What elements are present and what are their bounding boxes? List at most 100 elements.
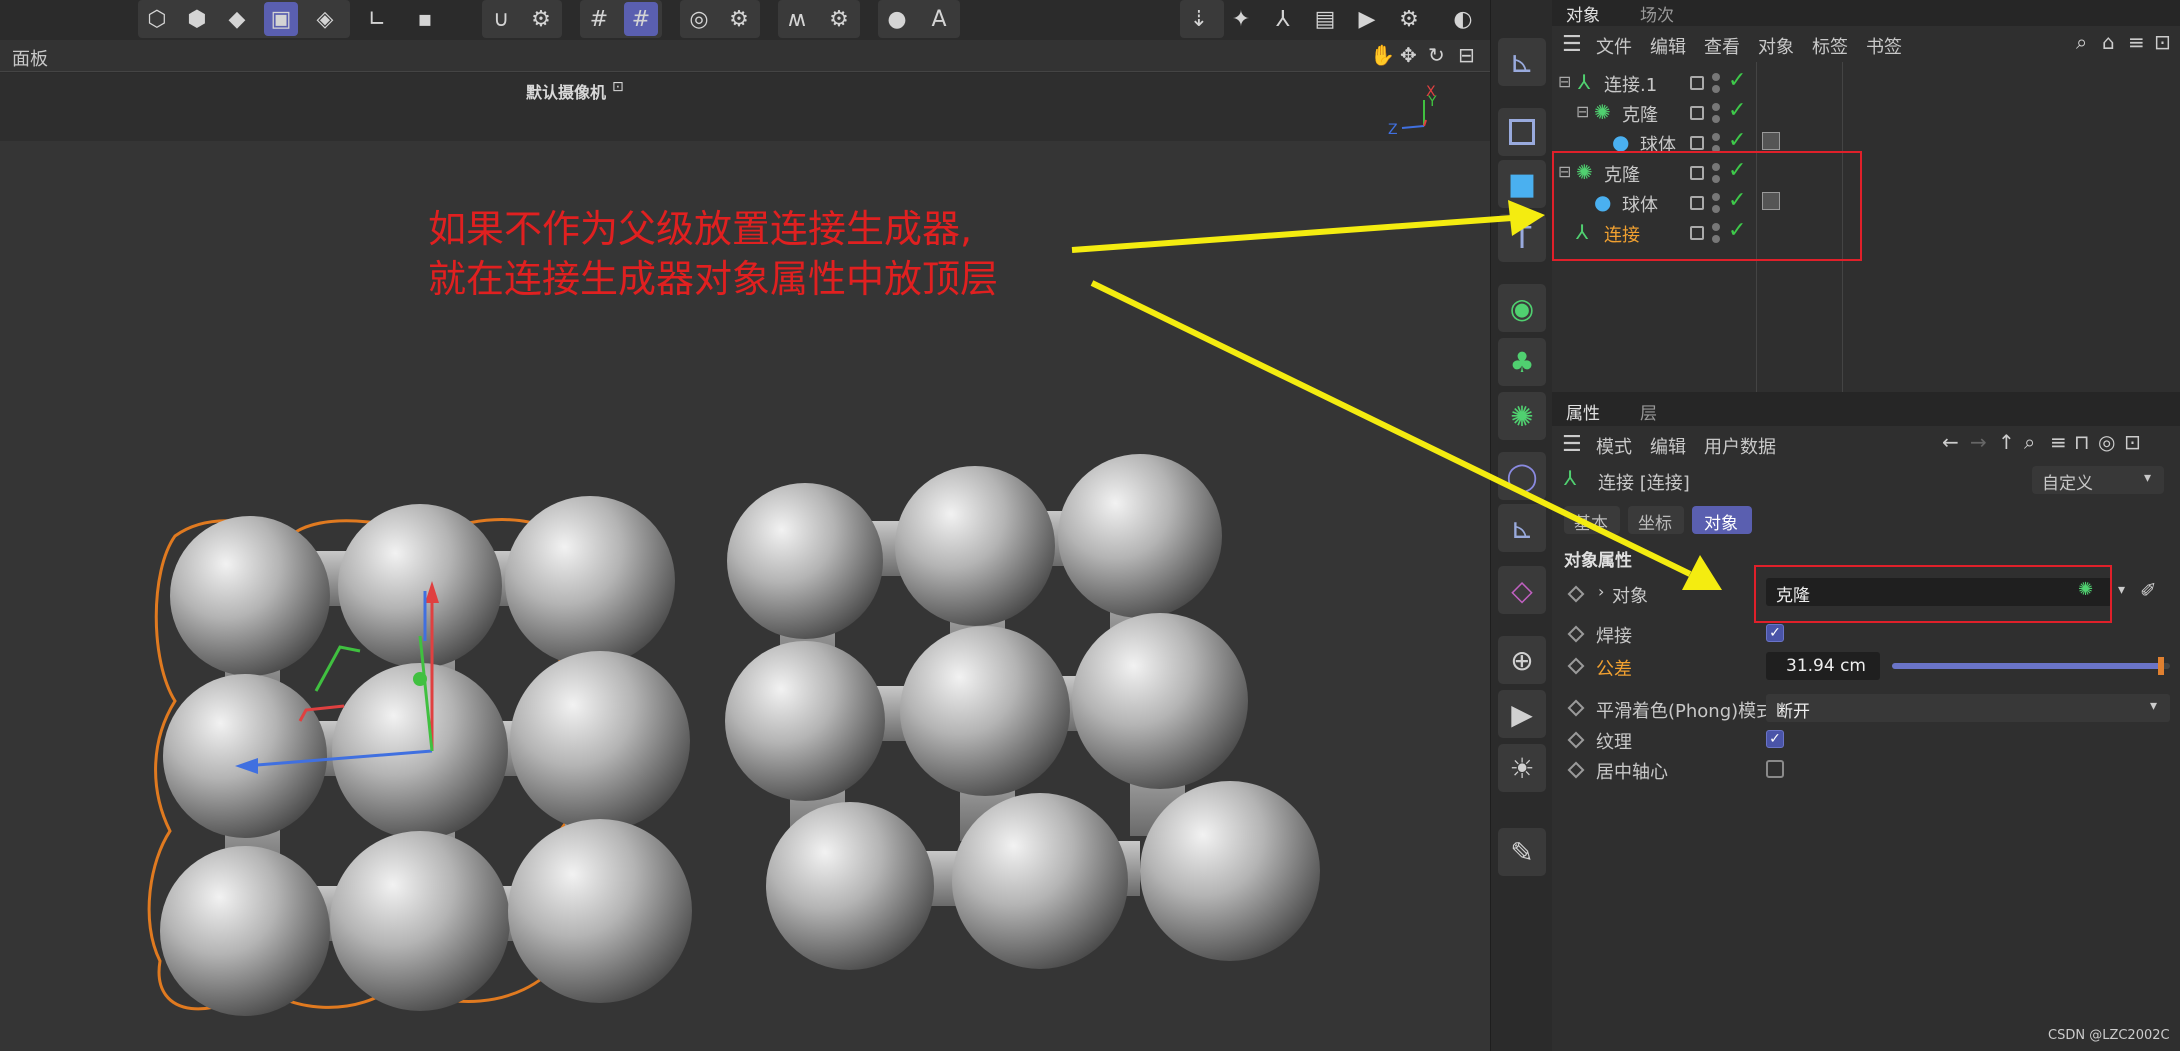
deformer-icon[interactable]: ◯ [1498, 452, 1546, 500]
null-box-icon[interactable]: ⊾ [1498, 504, 1546, 552]
tree-row[interactable]: ⊟ ⅄ 连接.1 ✓ [1552, 68, 2180, 98]
move-view-icon[interactable]: ✥ [1400, 43, 1417, 67]
hamburger-icon[interactable]: ☰ [1562, 432, 1582, 457]
edit-icon[interactable] [1690, 106, 1704, 120]
target-icon[interactable]: ◎ [2098, 430, 2115, 454]
workplane-icon[interactable]: ▪ [408, 2, 442, 36]
camera-label[interactable]: 默认摄像机 [526, 79, 606, 103]
snap-settings-icon[interactable]: ⚙ [524, 2, 558, 36]
menu-bookmarks[interactable]: 书签 [1866, 33, 1902, 59]
model-mode-icon[interactable]: ▣ [264, 2, 298, 36]
symmetry-settings-icon[interactable]: ⚙ [822, 2, 856, 36]
grid-icon[interactable]: # [582, 2, 616, 36]
home-icon[interactable]: ⌂ [2102, 30, 2115, 54]
enabled-check-icon[interactable]: ✓ [1728, 128, 1746, 153]
tab-attributes[interactable]: 属性 [1566, 399, 1600, 424]
rotate-view-icon[interactable]: ↻ [1428, 43, 1445, 67]
axis-mode-icon[interactable]: ∟ [360, 2, 394, 36]
solo-settings-icon[interactable]: ⚙ [722, 2, 756, 36]
spline-square-icon[interactable] [1498, 108, 1546, 156]
new-window-icon[interactable]: ⊡ [2154, 30, 2171, 54]
phong-dropdown[interactable]: 断开 ▾ [1766, 694, 2170, 722]
menu-file[interactable]: 文件 [1596, 33, 1632, 59]
keyframe-diamond-icon[interactable] [1567, 585, 1585, 603]
subtab-object[interactable]: 对象 [1692, 506, 1752, 534]
chevron-down-icon[interactable]: ▾ [2118, 582, 2125, 598]
cube-icon[interactable]: ■ [1498, 160, 1546, 208]
menu-edit[interactable]: 编辑 [1650, 33, 1686, 59]
camera-tool-icon[interactable]: ▶ [1498, 690, 1546, 738]
tag-icon[interactable] [1762, 132, 1780, 150]
symmetry-icon[interactable]: ʍ [780, 2, 814, 36]
lock-icon[interactable]: ⊓ [2074, 430, 2090, 454]
subtab-coords[interactable]: 坐标 [1628, 506, 1684, 534]
filter-icon[interactable]: ≡ [2128, 30, 2145, 54]
coord-system-icon[interactable]: ⊾ [1498, 38, 1546, 86]
hand-icon[interactable]: ✋ [1370, 43, 1395, 67]
auto-icon[interactable]: A [922, 2, 956, 36]
field-icon[interactable]: ◇ [1498, 566, 1546, 614]
enabled-check-icon[interactable]: ✓ [1728, 98, 1746, 123]
search-icon[interactable]: ⌕ [2024, 430, 2035, 454]
tolerance-slider-handle[interactable] [2158, 657, 2165, 675]
render-view-icon[interactable]: ▶ [1350, 2, 1384, 36]
search-icon[interactable]: ⌕ [2076, 30, 2087, 54]
keyframe-diamond-icon[interactable] [1567, 625, 1585, 643]
texture-checkbox[interactable]: ✓ [1766, 730, 1784, 748]
tab-layers[interactable]: 层 [1640, 399, 1657, 424]
keyframe-diamond-icon[interactable] [1567, 761, 1585, 779]
filter-icon[interactable]: ≡ [2050, 430, 2067, 454]
menu-user-data[interactable]: 用户数据 [1704, 433, 1776, 459]
hamburger-icon[interactable]: ☰ [1562, 32, 1582, 57]
maximize-view-icon[interactable]: ⊟ [1458, 43, 1475, 67]
menu-view[interactable]: 查看 [1704, 33, 1740, 59]
light-icon[interactable]: ☀ [1498, 744, 1546, 792]
environment-icon[interactable]: ⊕ [1498, 636, 1546, 684]
menu-edit[interactable]: 编辑 [1650, 433, 1686, 459]
mograph-icon[interactable]: ♣ [1498, 338, 1546, 386]
polygons-mode-icon[interactable]: ◆ [220, 2, 254, 36]
tab-takes[interactable]: 场次 [1640, 1, 1674, 26]
keyframe-diamond-icon[interactable] [1567, 731, 1585, 749]
eye-icon[interactable]: ● [880, 2, 914, 36]
center-axis-checkbox[interactable] [1766, 760, 1784, 778]
layout-icon[interactable]: ◐ [1446, 2, 1480, 36]
points-mode-icon[interactable]: ⬡ [140, 2, 174, 36]
keyframe-diamond-icon[interactable] [1567, 699, 1585, 717]
collapse-icon[interactable]: ⊟ [1576, 102, 1589, 121]
tolerance-slider[interactable] [1892, 657, 2170, 675]
edit-icon[interactable] [1690, 136, 1704, 150]
interactive-render-icon[interactable]: ✦ [1224, 2, 1258, 36]
back-arrow-icon[interactable]: ← [1942, 430, 1959, 454]
tab-objects[interactable]: 对象 [1566, 1, 1600, 26]
scripting-icon[interactable]: ✎ [1498, 828, 1546, 876]
visibility-dots[interactable] [1712, 103, 1720, 123]
expand-icon[interactable]: › [1598, 582, 1604, 601]
menu-mode[interactable]: 模式 [1596, 433, 1632, 459]
keyframe-diamond-icon[interactable] [1567, 657, 1585, 675]
cloner-tool-icon[interactable]: ✺ [1498, 392, 1546, 440]
new-window-icon[interactable]: ⊡ [2124, 430, 2141, 454]
left-clone-grid[interactable] [147, 496, 692, 1016]
grid-snap-icon[interactable]: # [624, 2, 658, 36]
render-region-icon[interactable]: ⇣ [1182, 2, 1216, 36]
clapper-icon[interactable]: ▤ [1308, 2, 1342, 36]
solo-icon[interactable]: ◎ [682, 2, 716, 36]
right-clone-grid[interactable] [725, 454, 1320, 970]
render-settings-icon[interactable]: ⅄ [1266, 2, 1300, 36]
up-arrow-icon[interactable]: ↑ [1998, 430, 2015, 454]
tolerance-input[interactable]: 31.94 cm [1766, 652, 1880, 680]
visibility-dots[interactable] [1712, 73, 1720, 93]
menu-tags[interactable]: 标签 [1812, 33, 1848, 59]
subtab-basic[interactable]: 基本 [1564, 506, 1620, 534]
snap-icon[interactable]: ∪ [484, 2, 518, 36]
texture-mode-icon[interactable]: ◈ [308, 2, 342, 36]
enabled-check-icon[interactable]: ✓ [1728, 68, 1746, 93]
selection-tool-icon[interactable]: ◉ [1498, 284, 1546, 332]
weld-checkbox[interactable]: ✓ [1766, 624, 1784, 642]
render-queue-icon[interactable]: ⚙ [1392, 2, 1426, 36]
text-icon[interactable]: T [1498, 214, 1546, 262]
edges-mode-icon[interactable]: ⬢ [180, 2, 214, 36]
menu-object[interactable]: 对象 [1758, 33, 1794, 59]
picker-icon[interactable]: ✐ [2140, 578, 2157, 602]
